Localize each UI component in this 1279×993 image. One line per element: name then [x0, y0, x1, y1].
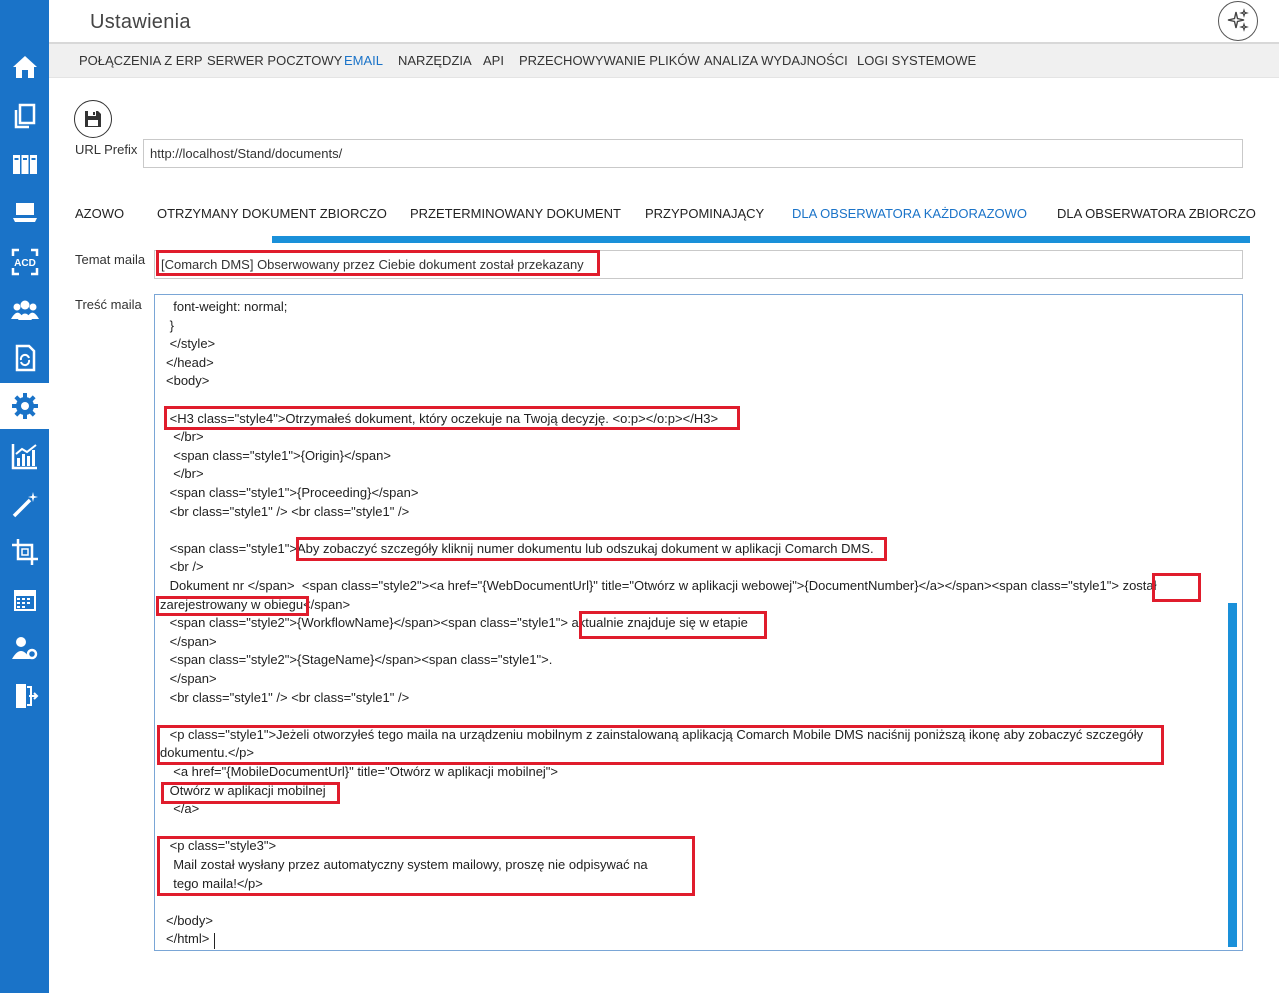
nav-item-system-logs[interactable]: LOGI SYSTEMOWE: [857, 53, 976, 68]
highlight-heading: [164, 406, 740, 430]
sidebar-item-user-settings[interactable]: [0, 625, 49, 671]
page-title: Ustawienia: [90, 11, 191, 33]
highlight-registered: [156, 596, 309, 616]
body-label: Treść maila: [75, 297, 142, 312]
logout-door-icon: [15, 684, 38, 708]
sidebar-item-documents[interactable]: [0, 93, 49, 139]
active-tab-indicator: [272, 236, 1250, 243]
sidebar-item-calendar[interactable]: [0, 577, 49, 623]
body-scrollbar[interactable]: [1228, 603, 1237, 947]
url-prefix-label: URL Prefix: [75, 142, 138, 157]
body-code-line: <body>: [166, 373, 210, 388]
body-code-line: </span>: [166, 634, 217, 649]
highlight-instruction: [296, 537, 887, 561]
body-code-line: <span class="style1">{Proceeding}</span>: [166, 485, 419, 500]
crop-icon: [11, 539, 38, 565]
body-code-line: </style>: [166, 336, 216, 351]
sidebar-item-analytics[interactable]: [0, 433, 49, 479]
user-settings-icon: [11, 637, 37, 660]
sidebar-item-home[interactable]: [0, 44, 49, 90]
nav-item-mail-server[interactable]: SERWER POCZTOWY: [207, 53, 342, 68]
calendar-icon: [13, 590, 36, 611]
tab-previous-hidden[interactable]: AZOWO: [75, 206, 124, 221]
body-code-line: </head>: [166, 355, 214, 370]
text-caret: [214, 933, 215, 949]
body-code-line: </body>: [166, 913, 213, 928]
highlight-mobile-paragraph: [157, 725, 1164, 765]
binders-icon: [12, 155, 37, 174]
body-code-line: </br>: [166, 466, 204, 481]
sidebar-item-wizard[interactable]: [0, 481, 49, 527]
highlight-zostal: [1152, 573, 1201, 602]
body-code-line: <br class="style1" /> <br class="style1"…: [166, 504, 410, 519]
tab-observer-each-time[interactable]: DLA OBSERWATORA KAŻDORAZOWO: [792, 206, 1027, 221]
tab-observer-collective[interactable]: DLA OBSERWATORA ZBIORCZO: [1057, 206, 1256, 221]
magic-wand-icon: [12, 492, 38, 518]
body-code-line: Dokument nr </span> <span class="style2"…: [166, 578, 1157, 593]
sidebar-item-crop[interactable]: [0, 529, 49, 575]
sidebar-item-logout[interactable]: [0, 673, 49, 719]
assistant-button[interactable]: [1218, 1, 1258, 41]
tab-overdue-document[interactable]: PRZETERMINOWANY DOKUMENT: [410, 206, 621, 221]
body-code-line: <span class="style1">{Origin}</span>: [166, 448, 391, 463]
floppy-disk-icon: [85, 111, 101, 127]
nav-item-file-storage[interactable]: PRZECHOWYWANIE PLIKÓW: [519, 53, 700, 68]
body-code-line: font-weight: normal;: [166, 299, 288, 314]
body-code-line: <br class="style1" /> <br class="style1"…: [166, 690, 410, 705]
tab-reminder[interactable]: PRZYPOMINAJĄCY: [645, 206, 764, 221]
body-code-line: </span>: [166, 671, 217, 686]
sidebar: ACD: [0, 0, 49, 993]
documents-icon: [14, 103, 35, 129]
svg-text:ACD: ACD: [14, 258, 36, 269]
chart-icon: [11, 444, 37, 470]
tab-received-collective[interactable]: OTRZYMANY DOKUMENT ZBIORCZO: [157, 206, 387, 221]
main-nav: POŁĄCZENIA Z ERP SERWER POCZTOWY EMAIL N…: [49, 42, 1279, 78]
home-icon: [12, 56, 37, 78]
highlight-footer: [157, 836, 695, 896]
body-code-line: </html>: [166, 931, 210, 946]
sidebar-item-laptop[interactable]: [0, 189, 49, 235]
app-window: ACD Ustawienia POŁĄCZENIA Z ERP SERWER P…: [0, 0, 1279, 993]
body-code-line: <span class="style2">{StageName}</span><…: [166, 652, 553, 667]
nav-item-performance[interactable]: ANALIZA WYDAJNOŚCI: [704, 53, 848, 68]
body-code-line: </br>: [166, 429, 204, 444]
highlight-subject: [156, 250, 600, 276]
url-prefix-field[interactable]: http://localhost/Stand/documents/: [143, 139, 1243, 168]
highlight-current-stage: [579, 611, 767, 639]
nav-item-tools[interactable]: NARZĘDZIA: [398, 53, 472, 68]
body-code-line: <br />: [166, 559, 204, 574]
sidebar-item-users[interactable]: [0, 287, 49, 333]
nav-item-erp[interactable]: POŁĄCZENIA Z ERP: [79, 53, 203, 68]
sidebar-item-settings[interactable]: [0, 383, 49, 429]
document-sync-icon: [15, 344, 35, 372]
sidebar-item-acd[interactable]: ACD: [0, 239, 49, 285]
body-code-line: }: [166, 318, 174, 333]
gear-icon: [11, 393, 38, 419]
sidebar-item-document-sync[interactable]: [0, 335, 49, 381]
laptop-icon: [12, 203, 37, 222]
acd-scan-icon: ACD: [11, 248, 38, 276]
save-button[interactable]: [74, 100, 112, 138]
highlight-mobile-link: [161, 782, 340, 804]
nav-item-api[interactable]: API: [483, 53, 504, 68]
subject-label: Temat maila: [75, 252, 146, 267]
sidebar-item-binders[interactable]: [0, 141, 49, 187]
body-code-line: <a href="{MobileDocumentUrl}" title="Otw…: [166, 764, 559, 779]
sparkles-icon: [1227, 8, 1249, 32]
users-group-icon: [10, 300, 39, 320]
nav-item-email[interactable]: EMAIL: [344, 53, 383, 68]
